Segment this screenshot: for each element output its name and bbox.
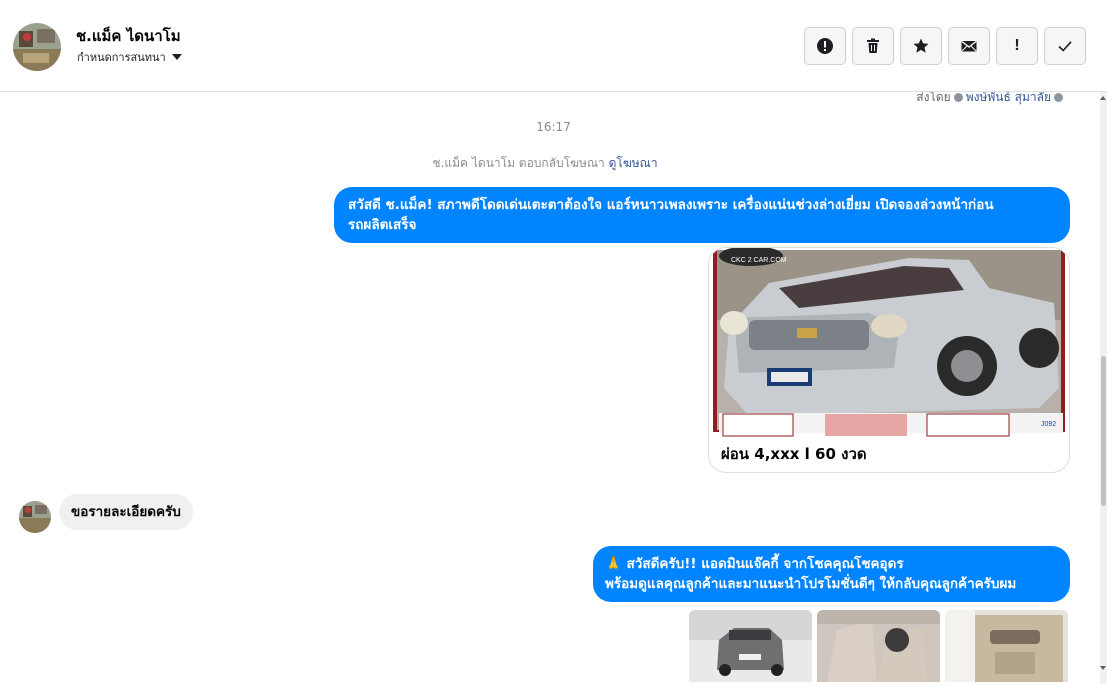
ad-reply-text: ช.แม็ค ไดนาโม ตอบกลับโฆษณา — [432, 156, 605, 170]
conversation-schedule-menu[interactable]: กำหนดการสนทนา — [77, 48, 182, 66]
incoming-message[interactable]: ขอรายละเอียดครับ — [59, 494, 193, 530]
check-icon — [1058, 41, 1072, 52]
scrollbar-thumb[interactable] — [1101, 356, 1106, 506]
view-ad-link[interactable]: ดูโฆษณา — [609, 156, 658, 170]
photo-attachments — [689, 610, 1068, 682]
car-photo[interactable]: CKC 2 CAR.COM J092 — [709, 248, 1070, 438]
message-text-line: 🙏 สวัสดีครับ!! แอดมินแจ๊คกี้ จากโชคคุณโช… — [605, 554, 1058, 574]
star-icon — [913, 38, 929, 53]
sent-by-name[interactable]: พงษ์พันธ์ สุมาลัย — [966, 92, 1051, 107]
exclamation-icon: ! — [1014, 37, 1020, 54]
alert-circle-icon — [817, 38, 833, 54]
envelope-icon — [961, 40, 977, 52]
conversation-toolbar: ! — [804, 27, 1086, 65]
message-text-line: สวัสดี ช.แม็ค! สภาพดีโดดเด่นเตะตาต้องใจ … — [348, 197, 994, 213]
caret-down-icon — [171, 54, 182, 60]
message-text-line: พร้อมดูแลคุณลูกค้าและมาแนะนำโปรโมชั่นดีๆ… — [605, 576, 1017, 592]
card-caption: ผ่อน 4,xxx l 60 งวด — [721, 445, 867, 463]
ad-reply-notice: ช.แม็ค ไดนาโม ตอบกลับโฆษณา ดูโฆษณา — [0, 154, 1090, 173]
important-button[interactable]: ! — [996, 27, 1038, 65]
message-timestamp: 16:17 — [536, 120, 571, 134]
conversation-header: ช.แม็ค ไดนาโม กำหนดการสนทนา ! — [0, 0, 1107, 92]
pray-icon: 🙏 — [605, 556, 622, 572]
photo-thumbnail[interactable] — [817, 610, 940, 682]
delete-button[interactable] — [852, 27, 894, 65]
report-button[interactable] — [804, 27, 846, 65]
message-text: สวัสดีครับ!! แอดมินแจ๊คกี้ จากโชคคุณโชคอ… — [626, 556, 904, 572]
photo-thumbnail[interactable] — [945, 610, 1068, 682]
message-thread: ส่งโดย พงษ์พันธ์ สุมาลัย 16:17 ช.แม็ค ได… — [0, 92, 1100, 684]
sent-by-prefix: ส่งโดย — [916, 92, 951, 104]
message-text-line: รถผลิตเสร็จ — [348, 217, 417, 233]
photo-thumbnail[interactable] — [689, 610, 812, 682]
star-button[interactable] — [900, 27, 942, 65]
conversation-schedule-label: กำหนดการสนทนา — [77, 51, 166, 64]
outgoing-message[interactable]: สวัสดี ช.แม็ค! สภาพดีโดดเด่นเตะตาต้องใจ … — [334, 187, 1070, 243]
trash-icon — [867, 38, 879, 53]
outgoing-message[interactable]: 🙏 สวัสดีครับ!! แอดมินแจ๊คกี้ จากโชคคุณโช… — [593, 546, 1070, 602]
sent-by-line: ส่งโดย พงษ์พันธ์ สุมาลัย — [916, 92, 1063, 107]
dealer-logo-text: CKC 2 CAR.COM — [731, 257, 787, 264]
contact-avatar-small[interactable] — [19, 501, 51, 533]
help-icon[interactable] — [1054, 93, 1063, 102]
scroll-up-icon[interactable] — [1100, 96, 1106, 100]
image-card-message[interactable]: CKC 2 CAR.COM J092 ผ่อน 4,xxx l 60 งวด — [708, 247, 1070, 473]
contact-name[interactable]: ช.แม็ค ไดนาโม — [76, 24, 181, 48]
scroll-down-icon[interactable] — [1100, 666, 1106, 670]
mark-unread-button[interactable] — [948, 27, 990, 65]
verified-icon — [953, 93, 963, 102]
listing-code: J092 — [1041, 421, 1056, 428]
done-button[interactable] — [1044, 27, 1086, 65]
contact-avatar[interactable] — [13, 23, 61, 71]
